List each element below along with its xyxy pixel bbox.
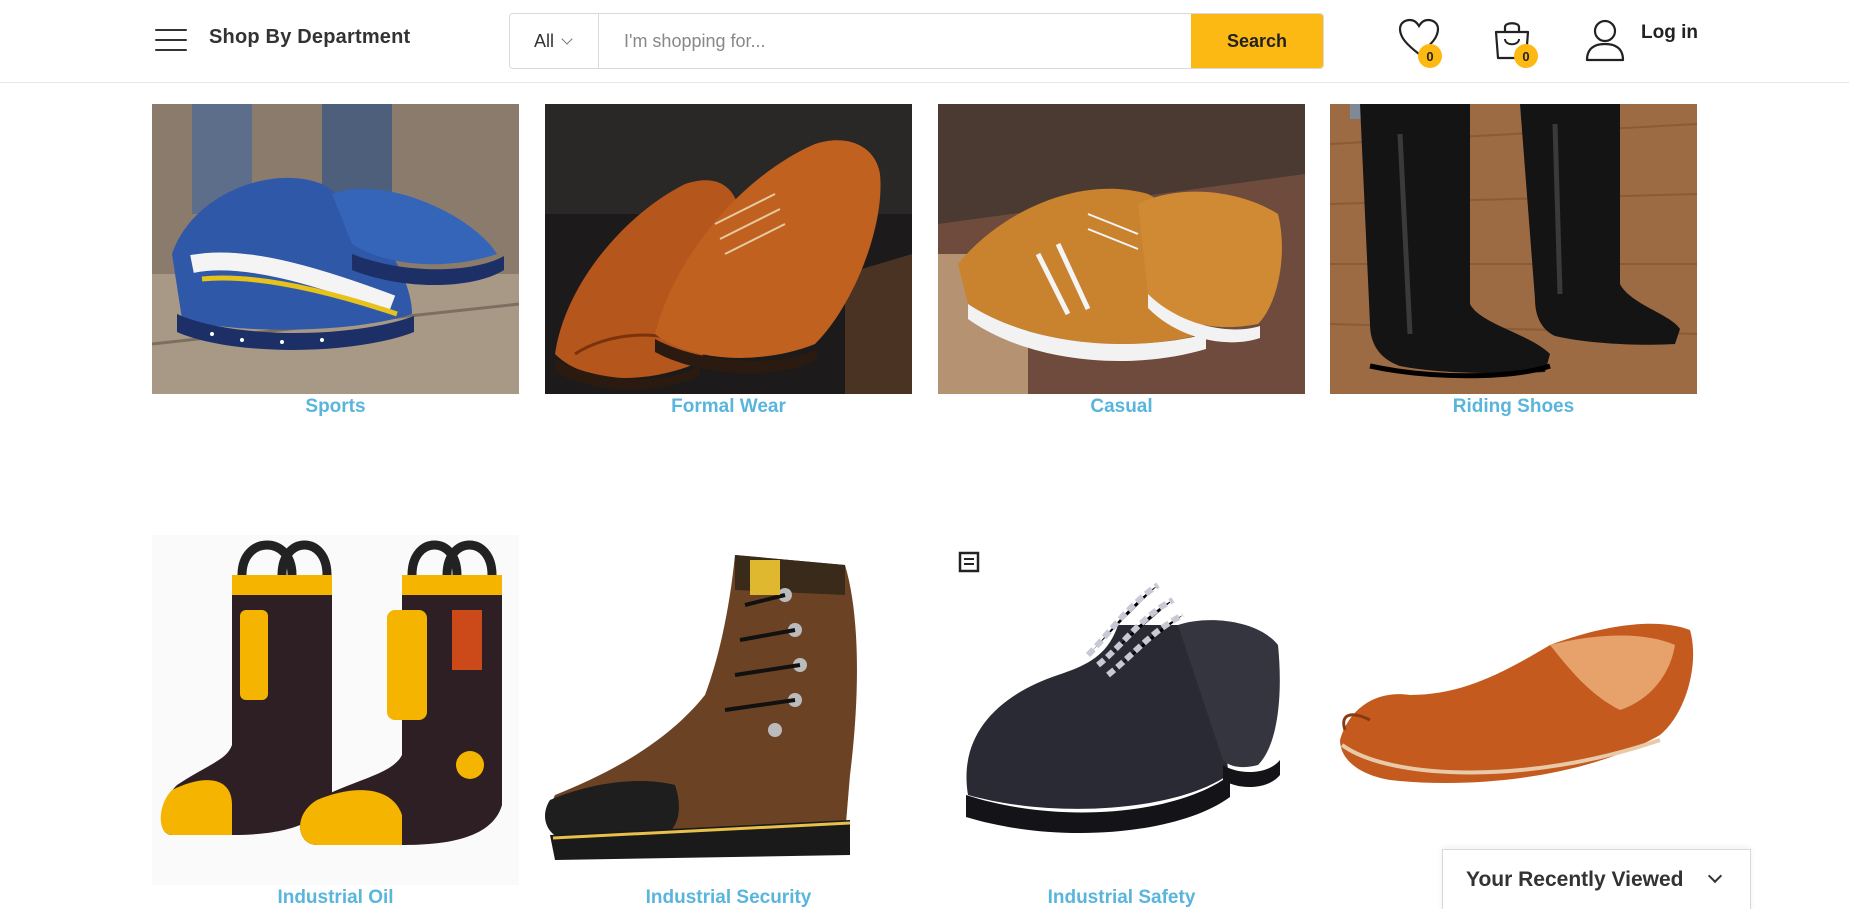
- category-link[interactable]: Industrial Oil: [152, 887, 519, 909]
- user-icon: [1585, 19, 1625, 62]
- search-category-select[interactable]: All: [510, 14, 599, 68]
- cart-count-badge: 0: [1514, 44, 1538, 68]
- department-label: Shop By Department: [209, 25, 411, 48]
- search-bar: All Search: [509, 13, 1324, 69]
- site-header: Shop By Department All Search 0 0 Log in: [0, 0, 1849, 83]
- wishlist-count-badge: 0: [1418, 44, 1442, 68]
- wishlist-button[interactable]: 0: [1398, 18, 1442, 68]
- chevron-down-icon: [561, 33, 573, 45]
- khussa-slipper-image[interactable]: [1330, 535, 1697, 885]
- recently-viewed-label: Your Recently Viewed: [1466, 868, 1684, 891]
- category-link[interactable]: Formal Wear: [545, 396, 912, 418]
- category-tile-industrial-oil[interactable]: Industrial Oil: [152, 535, 519, 909]
- industrial-security-boot-image[interactable]: [545, 535, 912, 885]
- riding-boot-image[interactable]: [1330, 104, 1697, 394]
- category-tile-riding-shoes[interactable]: Riding Shoes: [1330, 104, 1697, 418]
- category-link[interactable]: Industrial Security: [545, 887, 912, 909]
- sports-shoe-image[interactable]: [152, 104, 519, 394]
- login-label: Log in: [1641, 22, 1698, 43]
- category-tile-khussa[interactable]: [1330, 535, 1697, 887]
- shop-by-department-menu[interactable]: Shop By Department: [155, 25, 411, 51]
- hamburger-menu-icon: [155, 25, 187, 51]
- category-link[interactable]: Industrial Safety: [938, 887, 1305, 909]
- chevron-down-icon: [1707, 868, 1723, 884]
- casual-shoe-image[interactable]: [938, 104, 1305, 394]
- search-button[interactable]: Search: [1191, 14, 1323, 68]
- industrial-oil-boot-image[interactable]: [152, 535, 519, 885]
- category-link[interactable]: Riding Shoes: [1330, 396, 1697, 418]
- category-tile-casual[interactable]: Casual: [938, 104, 1305, 418]
- category-tile-industrial-security[interactable]: Industrial Security: [545, 535, 912, 909]
- category-link[interactable]: Sports: [152, 396, 519, 418]
- search-input[interactable]: [599, 14, 1191, 68]
- category-tile-formal-wear[interactable]: Formal Wear: [545, 104, 912, 418]
- login-link[interactable]: Log in: [1584, 18, 1698, 62]
- cart-button[interactable]: 0: [1491, 18, 1538, 68]
- recently-viewed-panel[interactable]: Your Recently Viewed: [1442, 849, 1751, 909]
- formal-shoe-image[interactable]: [545, 104, 912, 394]
- category-tile-sports[interactable]: Sports: [152, 104, 519, 418]
- industrial-safety-shoe-image[interactable]: [938, 535, 1305, 885]
- category-tile-industrial-safety[interactable]: Industrial Safety: [938, 535, 1305, 909]
- category-link[interactable]: Casual: [938, 396, 1305, 418]
- search-category-value: All: [534, 30, 555, 51]
